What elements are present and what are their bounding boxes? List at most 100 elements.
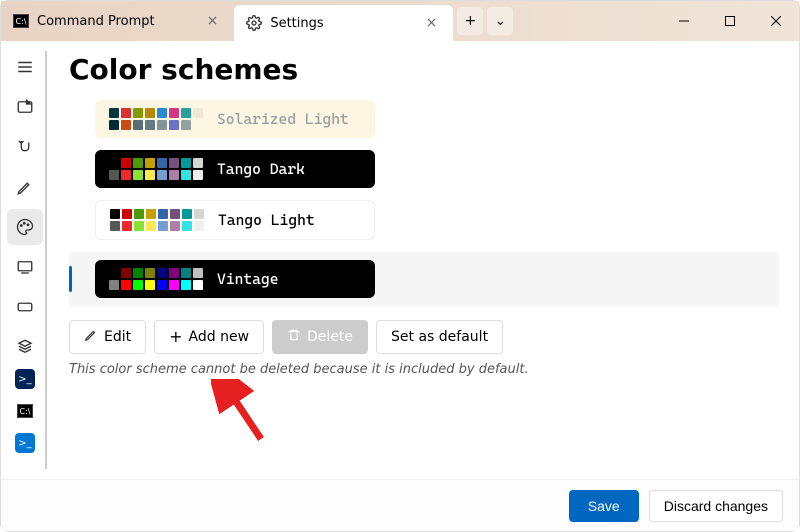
new-tab-button[interactable]: + (457, 7, 483, 35)
scheme-row[interactable]: Tango Light (95, 200, 779, 240)
color-swatch (145, 158, 155, 168)
tab-label: Command Prompt (37, 14, 155, 29)
actions-icon[interactable] (7, 289, 43, 325)
color-swatch (145, 108, 155, 118)
cmd-profile-icon[interactable]: C:\ (7, 393, 43, 429)
save-button[interactable]: Save (569, 490, 639, 522)
tab-label: Settings (270, 16, 323, 31)
color-schemes-icon[interactable] (7, 209, 43, 245)
scheme-card: Vintage (95, 260, 375, 298)
color-swatch (134, 221, 144, 231)
color-swatch (121, 158, 131, 168)
color-swatch (169, 120, 179, 130)
color-swatch (182, 221, 192, 231)
edit-button[interactable]: Edit (69, 320, 146, 354)
color-swatch (146, 209, 156, 219)
appearance-icon[interactable] (7, 169, 43, 205)
scheme-name: Tango Light (218, 211, 315, 229)
color-swatch (169, 268, 179, 278)
close-button[interactable] (753, 1, 799, 41)
color-swatch (170, 221, 180, 231)
chevron-down-icon: ⌄ (495, 13, 507, 29)
color-swatch (121, 120, 131, 130)
color-swatch (158, 209, 168, 219)
plus-icon: + (465, 13, 477, 29)
hint-text: This color scheme cannot be deleted beca… (69, 362, 779, 377)
main-content: Color schemes Solarized Light Tango Dark T… (49, 41, 799, 479)
color-swatch (157, 108, 167, 118)
color-swatch (158, 221, 168, 231)
color-swatch (182, 209, 192, 219)
color-swatch (181, 170, 191, 180)
scheme-card: Tango Light (95, 200, 375, 240)
tab-settings[interactable]: Settings × (234, 5, 453, 41)
color-swatch (181, 280, 191, 290)
color-swatch (133, 108, 143, 118)
add-new-button[interactable]: + Add new (154, 320, 264, 354)
color-swatch (157, 170, 167, 180)
color-swatch (121, 268, 131, 278)
color-swatch (121, 108, 131, 118)
color-swatch (157, 280, 167, 290)
color-swatch (157, 158, 167, 168)
color-swatch (134, 209, 144, 219)
minimize-button[interactable] (661, 1, 707, 41)
close-icon[interactable]: × (203, 11, 223, 31)
color-swatch (181, 120, 191, 130)
color-swatch-grid (109, 268, 203, 290)
color-swatch (133, 170, 143, 180)
page-title: Color schemes (69, 53, 779, 86)
scheme-name: Tango Dark (217, 160, 305, 178)
cmd-icon: C:\ (13, 14, 29, 28)
maximize-button[interactable] (707, 1, 753, 41)
scheme-row[interactable]: Vintage (69, 252, 779, 306)
tab-dropdown-button[interactable]: ⌄ (487, 7, 513, 35)
color-swatch (145, 268, 155, 278)
color-swatch (181, 268, 191, 278)
scheme-card: Solarized Light (95, 100, 375, 138)
color-swatch (121, 280, 131, 290)
startup-icon[interactable] (7, 89, 43, 125)
close-icon[interactable]: × (422, 13, 442, 33)
tab-command-prompt[interactable]: C:\ Command Prompt × (1, 1, 234, 41)
color-swatch (109, 170, 119, 180)
interaction-icon[interactable] (7, 129, 43, 165)
color-swatch (121, 170, 131, 180)
menu-icon[interactable] (7, 49, 43, 85)
titlebar: C:\ Command Prompt × Settings × + ⌄ (1, 1, 799, 41)
color-swatch-grid (110, 209, 204, 231)
color-swatch (181, 158, 191, 168)
color-swatch (157, 120, 167, 130)
scheme-card: Tango Dark (95, 150, 375, 188)
color-swatch (145, 120, 155, 130)
profiles-icon[interactable] (7, 329, 43, 365)
color-swatch-grid (109, 108, 203, 130)
set-default-button[interactable]: Set as default (376, 320, 503, 354)
sidebar: >_ C:\ >_ (1, 41, 49, 479)
color-swatch (109, 280, 119, 290)
color-swatch (169, 158, 179, 168)
delete-button: Delete (272, 320, 368, 354)
scheme-row[interactable]: Tango Dark (95, 150, 779, 188)
color-swatch (194, 221, 204, 231)
scheme-name: Vintage (217, 270, 279, 288)
scheme-list: Solarized Light Tango Dark Tango Light Vint… (95, 100, 779, 306)
action-row: Edit + Add new Delete Set as default (69, 320, 779, 354)
plus-icon: + (169, 330, 182, 344)
color-swatch (193, 268, 203, 278)
color-swatch (109, 108, 119, 118)
color-swatch (110, 209, 120, 219)
color-swatch (110, 221, 120, 231)
powershell-profile-icon[interactable]: >_ (15, 369, 35, 389)
azure-profile-icon[interactable]: >_ (15, 433, 35, 453)
color-swatch (169, 108, 179, 118)
color-swatch (157, 268, 167, 278)
color-swatch-grid (109, 158, 203, 180)
scheme-row[interactable]: Solarized Light (95, 100, 779, 138)
color-swatch (194, 209, 204, 219)
rendering-icon[interactable] (7, 249, 43, 285)
discard-button[interactable]: Discard changes (649, 490, 783, 522)
color-swatch (122, 221, 132, 231)
color-swatch (109, 268, 119, 278)
scheme-name: Solarized Light (217, 110, 349, 128)
